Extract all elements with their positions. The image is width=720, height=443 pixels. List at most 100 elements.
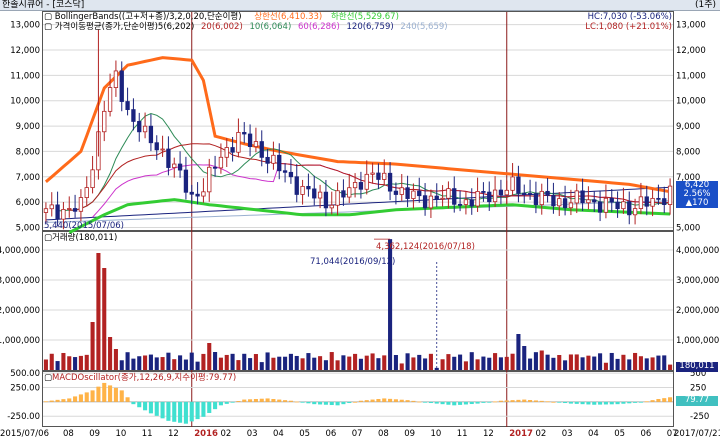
macd-bar [487, 401, 492, 403]
volume-ytick-left: 1,000,000 [0, 336, 40, 346]
macd-bar [580, 401, 585, 405]
macd-bar [603, 401, 608, 405]
price-ytick-left: 10,000 [10, 97, 40, 107]
candle-body [498, 189, 504, 196]
candle-body [347, 187, 352, 198]
candle-body [469, 199, 474, 207]
candle-body [539, 190, 544, 206]
price-ytick-right: 9,000 [676, 122, 700, 132]
candle-body [201, 191, 206, 197]
candle-body [271, 154, 276, 164]
macd-bar [364, 400, 369, 402]
volume-bar [73, 357, 78, 370]
macd-bar [574, 401, 579, 404]
volume-bar [67, 356, 72, 370]
macd-legend[interactable]: ▢MACDOscillator(종가,12,26,9,지수이평:79.77) [44, 373, 236, 383]
candle-body [405, 187, 410, 199]
volume-bar [160, 357, 165, 370]
volume-bar [504, 356, 509, 370]
volume-bar [592, 356, 597, 370]
candle-body [586, 199, 591, 204]
x-tick-label: 05 [299, 429, 311, 439]
volume-ytick-right: 1,000,000 [676, 336, 719, 346]
macd-bar [90, 390, 95, 402]
volume-bar [481, 356, 486, 370]
ma240-value: 240(5,659) [400, 22, 448, 32]
x-tick-label: 11 [456, 429, 468, 439]
candle-body [533, 193, 539, 206]
macd-bar [259, 398, 264, 402]
volume-bar [277, 356, 282, 370]
macd-bar [353, 401, 358, 403]
candle-body [481, 191, 486, 193]
candle-body [662, 198, 667, 205]
macd-bar [650, 400, 655, 402]
macd-bar [586, 401, 591, 405]
candle-body [90, 169, 95, 189]
macd-bar [183, 401, 188, 424]
macd-bar [329, 401, 334, 406]
macd-bar [539, 400, 544, 402]
macd-bar [73, 396, 78, 402]
macd-bar [43, 401, 48, 403]
candle-body [43, 208, 49, 213]
volume-bar [218, 357, 223, 370]
macd-bar [563, 401, 568, 404]
volume-bar [213, 352, 218, 370]
ma20-value: 20(6,002) [201, 22, 243, 32]
current-volume-box: 180,011 [676, 362, 718, 372]
macd-bar [598, 401, 603, 405]
macd-bar [498, 400, 503, 402]
macd-bar [458, 401, 463, 405]
price-ytick-right: 8,000 [676, 147, 700, 157]
volume-bar [615, 358, 620, 370]
macd-bar [178, 401, 183, 423]
macd-bar [236, 401, 241, 402]
macd-bar [510, 400, 515, 402]
volume-bar [411, 357, 416, 370]
macd-ytick-left: 500.00 [10, 369, 40, 379]
candle-body [597, 201, 603, 213]
volume-legend[interactable]: ▢거래량(180,011) [44, 233, 117, 243]
x-axis: 2015/07/06 08 09 10 11 12 2016 02 03 04 05 06 07 08 09… [0, 427, 720, 443]
candle-body [417, 190, 422, 197]
candle-body [102, 110, 107, 133]
high-close-label: HC:7,030 (-53.06%) [587, 12, 672, 22]
bollinger-name: BollingerBands((고+저+종)/3,2,0,20,단순이평) [54, 12, 242, 22]
volume-bar [108, 337, 113, 370]
x-tick-label: 06 [640, 429, 652, 439]
candle-body [568, 202, 574, 209]
macd-bar [493, 401, 498, 403]
macd-bar [592, 401, 597, 405]
candle-body [475, 191, 480, 207]
current-change: ▲170 [685, 198, 709, 208]
macd-bar [405, 400, 410, 402]
volume-bar [300, 358, 305, 370]
bollinger-upper: 상한선(6,410.33) [254, 12, 323, 22]
macd-bar [388, 398, 393, 402]
volume-bar [102, 268, 107, 370]
volume-name: 거래량(180,011) [52, 233, 118, 243]
bollinger-legend[interactable]: ▢ BollingerBands((고+저+종)/3,2,0,20,단순이평) … [44, 12, 399, 22]
candle-body [487, 191, 492, 203]
candle-body [172, 163, 177, 168]
macd-bar [347, 401, 352, 404]
x-tick-label: 02 [535, 429, 547, 439]
volume-bar [364, 355, 369, 370]
volume-bar [423, 358, 428, 370]
candle-body [335, 190, 340, 206]
volume-bar [271, 357, 276, 370]
candle-body [242, 132, 247, 135]
volume-bar [131, 358, 136, 370]
candle-body [142, 125, 148, 133]
macd-bar [528, 400, 533, 402]
volume-bar [318, 356, 323, 370]
macd-bar [615, 401, 620, 405]
ma-legend[interactable]: ▢ 가격이동평균(종가,단순이평)5(6,202) 20(6,002) 10(6… [44, 22, 448, 32]
volume-bar [172, 359, 177, 370]
price-ytick-right: 11,000 [676, 71, 706, 81]
macd-bar [108, 385, 113, 402]
macd-bar [218, 401, 223, 406]
candle-body [393, 190, 399, 195]
candle-body [504, 189, 509, 196]
